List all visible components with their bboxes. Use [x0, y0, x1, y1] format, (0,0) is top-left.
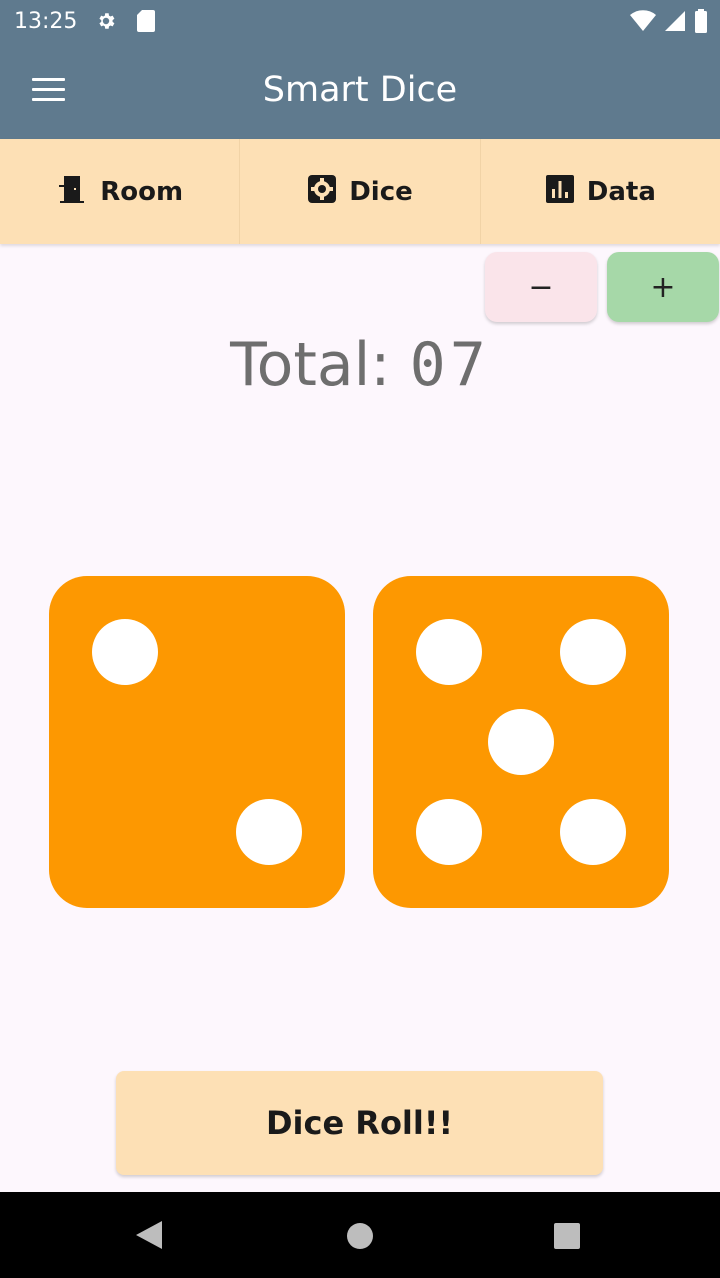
nav-back-icon[interactable] — [136, 1221, 162, 1249]
nav-recents-icon[interactable] — [554, 1223, 580, 1249]
sd-card-status-icon — [136, 9, 156, 38]
wifi-status-icon — [630, 10, 656, 31]
battery-icon — [695, 9, 707, 33]
status-bar: 13:25 — [0, 0, 720, 42]
die-right — [373, 576, 669, 908]
increase-dice-button[interactable]: + — [607, 252, 719, 322]
tab-room[interactable]: Room — [0, 139, 241, 244]
status-right-icons — [630, 9, 708, 33]
settings-status-icon — [95, 10, 117, 37]
tab-data-label: Data — [586, 176, 656, 207]
dice-gear-icon — [307, 174, 337, 209]
die-pip — [92, 619, 158, 685]
die-left — [49, 576, 345, 908]
bar-chart-icon — [545, 174, 575, 209]
dice-roll-button[interactable]: Dice Roll!! — [116, 1071, 603, 1175]
die-pip — [236, 799, 302, 865]
tab-dice[interactable]: Dice — [240, 139, 481, 244]
die-pip — [416, 799, 482, 865]
die-pip — [560, 619, 626, 685]
app-bar: Smart Dice — [0, 42, 720, 139]
nav-home-icon[interactable] — [347, 1223, 373, 1249]
cellular-signal-icon — [665, 11, 685, 31]
tab-data[interactable]: Data — [481, 139, 720, 244]
door-icon — [56, 173, 88, 210]
die-pip — [488, 709, 554, 775]
die-pip — [560, 799, 626, 865]
total-display: Total: 07 — [0, 330, 720, 400]
app-title: Smart Dice — [262, 70, 458, 110]
tab-dice-label: Dice — [349, 176, 413, 207]
decrease-dice-button[interactable]: − — [485, 252, 597, 322]
total-value: 07 — [409, 330, 490, 400]
total-label: Total: — [230, 330, 391, 400]
tab-bar: Room Dice Data — [0, 139, 720, 244]
tab-room-label: Room — [100, 176, 184, 207]
die-pip — [416, 619, 482, 685]
status-time: 13:25 — [14, 9, 78, 34]
system-nav-bar — [0, 1192, 720, 1278]
